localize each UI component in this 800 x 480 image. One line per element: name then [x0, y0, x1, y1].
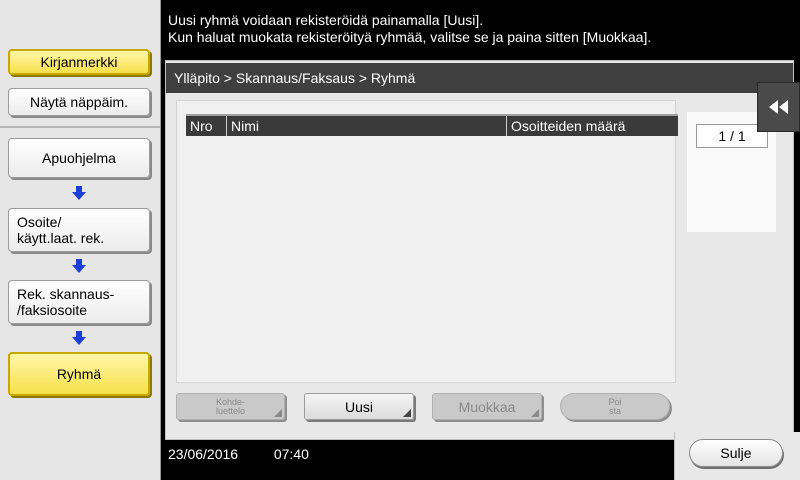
instruction-line2: Kun haluat muokata rekisteröityä ryhmää,… — [168, 29, 652, 45]
delete-button[interactable]: Poi sta — [560, 393, 670, 420]
time: 07:40 — [273, 446, 309, 462]
step-group-button[interactable]: Ryhmä — [8, 352, 150, 396]
corner-triangle-icon — [274, 409, 282, 417]
table-header: Nro Nimi Osoitteiden määrä — [186, 114, 678, 136]
close-button[interactable]: Sulje — [689, 439, 783, 467]
step-address-user-button[interactable]: Osoite/ käytt.laat. rek. — [8, 208, 150, 252]
new-button[interactable]: Uusi — [304, 393, 414, 420]
address-book-line2: luettelo — [215, 405, 246, 416]
corner-triangle-icon — [403, 409, 411, 417]
step-utility-label: Apuohjelma — [42, 150, 116, 166]
corner-triangle-icon — [531, 409, 539, 417]
divider — [0, 126, 160, 128]
address-book-text: Kohde- luettelo — [215, 397, 246, 416]
step-address-user-line1: Osoite/ — [17, 214, 62, 230]
bookmark-label: Kirjanmerkki — [40, 54, 118, 70]
instruction-line1: Uusi ryhmä voidaan rekisteröidä painamal… — [168, 12, 484, 28]
instruction-message: Uusi ryhmä voidaan rekisteröidä painamal… — [168, 12, 651, 46]
step-utility-button[interactable]: Apuohjelma — [8, 138, 150, 178]
arrow-down-icon — [72, 331, 86, 345]
edit-label: Muokkaa — [458, 398, 516, 415]
double-left-arrow-icon — [768, 100, 788, 114]
show-keypad-label: Näytä näppäim. — [29, 94, 129, 110]
date: 23/06/2016 — [168, 446, 239, 462]
step-address-user-line2: käytt.laat. rek. — [17, 230, 105, 246]
step-scan-fax-line2: /faksiosoite — [17, 302, 88, 318]
left-panel: Kirjanmerkki Näytä näppäim. Apuohjelma O… — [0, 0, 161, 480]
step-scan-fax-address-button[interactable]: Rek. skannaus- /faksiosoite — [8, 280, 150, 324]
column-name: Nimi — [226, 116, 506, 136]
step-scan-fax-line1: Rek. skannaus- — [17, 286, 115, 302]
step-address-user-text: Osoite/ käytt.laat. rek. — [17, 214, 104, 246]
step-group-label: Ryhmä — [56, 366, 102, 382]
collapse-panel-button[interactable] — [757, 82, 800, 132]
close-label: Sulje — [720, 445, 752, 461]
bookmark-button[interactable]: Kirjanmerkki — [8, 49, 150, 75]
new-label: Uusi — [344, 398, 373, 415]
column-address-count: Osoitteiden määrä — [506, 116, 678, 136]
address-book-button[interactable]: Kohde- luettelo — [176, 393, 285, 420]
step-scan-fax-text: Rek. skannaus- /faksiosoite — [17, 286, 114, 318]
show-keypad-button[interactable]: Näytä näppäim. — [8, 88, 150, 116]
status-bar: 23/06/2016 07:40 — [168, 446, 309, 462]
arrow-down-icon — [72, 186, 86, 200]
delete-text: Poi sta — [608, 397, 621, 416]
column-number: Nro — [190, 118, 213, 134]
group-list-area — [176, 100, 676, 383]
edit-button[interactable]: Muokkaa — [432, 393, 542, 420]
arrow-down-icon — [72, 259, 86, 273]
breadcrumb: Ylläpito > Skannaus/Faksaus > Ryhmä — [166, 63, 793, 93]
delete-line2: sta — [608, 405, 621, 416]
